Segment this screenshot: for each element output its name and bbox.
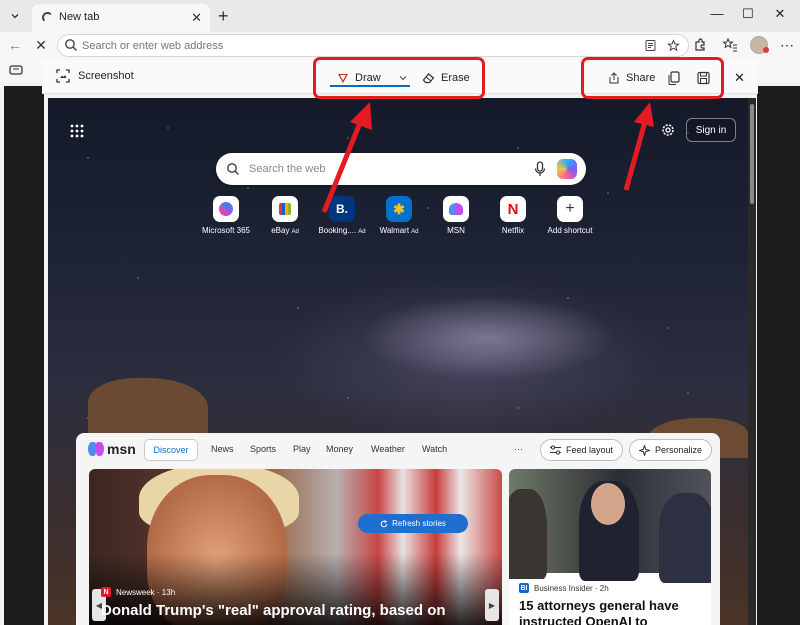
story-source: BI Business Insider · 2h xyxy=(519,583,609,593)
favorite-star-icon[interactable] xyxy=(667,39,680,52)
sliders-icon xyxy=(550,445,561,455)
msn-nav-bar: msn Discover News Sports Play Money Weat… xyxy=(76,433,720,469)
annotation-arrow-share xyxy=(623,102,654,191)
walmart-icon: ✱ xyxy=(386,196,412,222)
tab-discover[interactable]: Discover xyxy=(144,439,198,461)
personalize-button[interactable]: Personalize xyxy=(629,439,713,461)
maximize-button[interactable]: ☐ xyxy=(738,6,758,22)
share-copy-save-highlight xyxy=(581,57,724,99)
stop-loading-button[interactable]: ✕ xyxy=(32,37,50,54)
capture-overlay-right xyxy=(757,86,800,625)
shortcut-add[interactable]: + Add shortcut xyxy=(540,196,600,235)
shortcut-walmart[interactable]: ✱ Walmart Ad xyxy=(369,196,429,235)
close-window-button[interactable]: ✕ xyxy=(770,6,790,22)
tab-title: New tab xyxy=(59,11,100,23)
tab-new-tab[interactable]: New tab ✕ xyxy=(32,4,210,32)
close-tab-icon[interactable]: ✕ xyxy=(191,10,202,26)
profile-avatar[interactable] xyxy=(750,36,769,54)
microsoft-365-icon xyxy=(213,196,239,222)
scrollbar-thumb[interactable] xyxy=(750,104,754,204)
search-placeholder: Search the web xyxy=(249,163,326,175)
newsweek-icon: N xyxy=(101,587,111,597)
shortcut-ebay[interactable]: eBay Ad xyxy=(255,196,315,235)
msn-icon xyxy=(443,196,469,222)
search-icon xyxy=(65,39,77,51)
refresh-stories-button[interactable]: Refresh stories xyxy=(358,514,468,533)
story-source: N Newsweek · 13h xyxy=(101,587,175,597)
chevron-down-icon xyxy=(11,14,19,19)
web-search-box[interactable]: Search the web xyxy=(216,153,586,185)
tab-play[interactable]: Play xyxy=(293,444,311,454)
feed-layout-button[interactable]: Feed layout xyxy=(540,439,624,461)
msn-butterfly-icon xyxy=(88,442,104,456)
address-input[interactable] xyxy=(82,38,582,54)
gear-icon[interactable] xyxy=(660,122,676,138)
favorites-icon[interactable] xyxy=(722,37,738,53)
draw-erase-highlight xyxy=(313,57,485,99)
close-screenshot-button[interactable]: ✕ xyxy=(734,68,745,88)
copilot-icon[interactable] xyxy=(557,159,577,179)
hero-story-card[interactable]: Refresh stories ◀ ▶ N Newsweek · 13h Don… xyxy=(89,469,502,625)
netflix-icon: N xyxy=(500,196,526,222)
background-rock xyxy=(88,378,208,438)
more-menu-icon[interactable]: ··· xyxy=(514,444,523,454)
search-icon xyxy=(227,163,239,175)
back-button[interactable]: ← xyxy=(6,37,24,53)
screenshot-icon xyxy=(56,69,70,83)
extensions-icon[interactable] xyxy=(692,37,708,53)
more-options-icon[interactable]: ⋯ xyxy=(778,37,796,54)
story-headline[interactable]: Donald Trump's "real" approval rating, b… xyxy=(101,602,446,619)
tab-watch[interactable]: Watch xyxy=(422,444,447,454)
loading-icon xyxy=(42,12,53,23)
story-photo xyxy=(509,469,711,583)
annotation-arrow-draw xyxy=(321,102,372,213)
side-story-card[interactable]: BI Business Insider · 2h 15 attorneys ge… xyxy=(509,469,711,625)
tab-icon[interactable] xyxy=(9,64,23,76)
msn-logo[interactable]: msn xyxy=(88,441,136,457)
shortcut-netflix[interactable]: N Netflix xyxy=(483,196,543,235)
tab-strip: New tab ✕ + — ☐ ✕ xyxy=(0,0,800,32)
msn-feed: msn Discover News Sports Play Money Weat… xyxy=(76,433,720,625)
tab-news[interactable]: News xyxy=(211,444,234,454)
carousel-next-button[interactable]: ▶ xyxy=(485,589,499,621)
story-headline[interactable]: 15 attorneys general have instructed Ope… xyxy=(519,598,709,625)
tab-money[interactable]: Money xyxy=(326,444,353,454)
business-insider-icon: BI xyxy=(519,583,529,593)
refresh-icon xyxy=(380,519,388,527)
sparkle-icon xyxy=(639,444,650,456)
tab-sports[interactable]: Sports xyxy=(250,444,276,454)
tab-actions-menu[interactable] xyxy=(5,6,25,26)
reader-view-icon[interactable] xyxy=(644,39,657,52)
apps-grid-icon[interactable] xyxy=(70,124,84,138)
shortcut-microsoft-365[interactable]: Microsoft 365 xyxy=(196,196,256,235)
address-bar[interactable] xyxy=(57,34,689,57)
shortcut-msn[interactable]: MSN xyxy=(426,196,486,235)
sign-in-button[interactable]: Sign in xyxy=(686,118,736,142)
new-tab-button[interactable]: + xyxy=(218,6,229,26)
capture-overlay-left xyxy=(4,86,44,625)
plus-icon: + xyxy=(557,196,583,222)
tab-weather[interactable]: Weather xyxy=(371,444,405,454)
screenshot-title: Screenshot xyxy=(56,69,134,83)
minimize-button[interactable]: — xyxy=(707,6,727,21)
browser-toolbar: ← ✕ ⋯ xyxy=(0,32,800,60)
ebay-icon xyxy=(272,196,298,222)
microphone-icon[interactable] xyxy=(534,161,546,177)
